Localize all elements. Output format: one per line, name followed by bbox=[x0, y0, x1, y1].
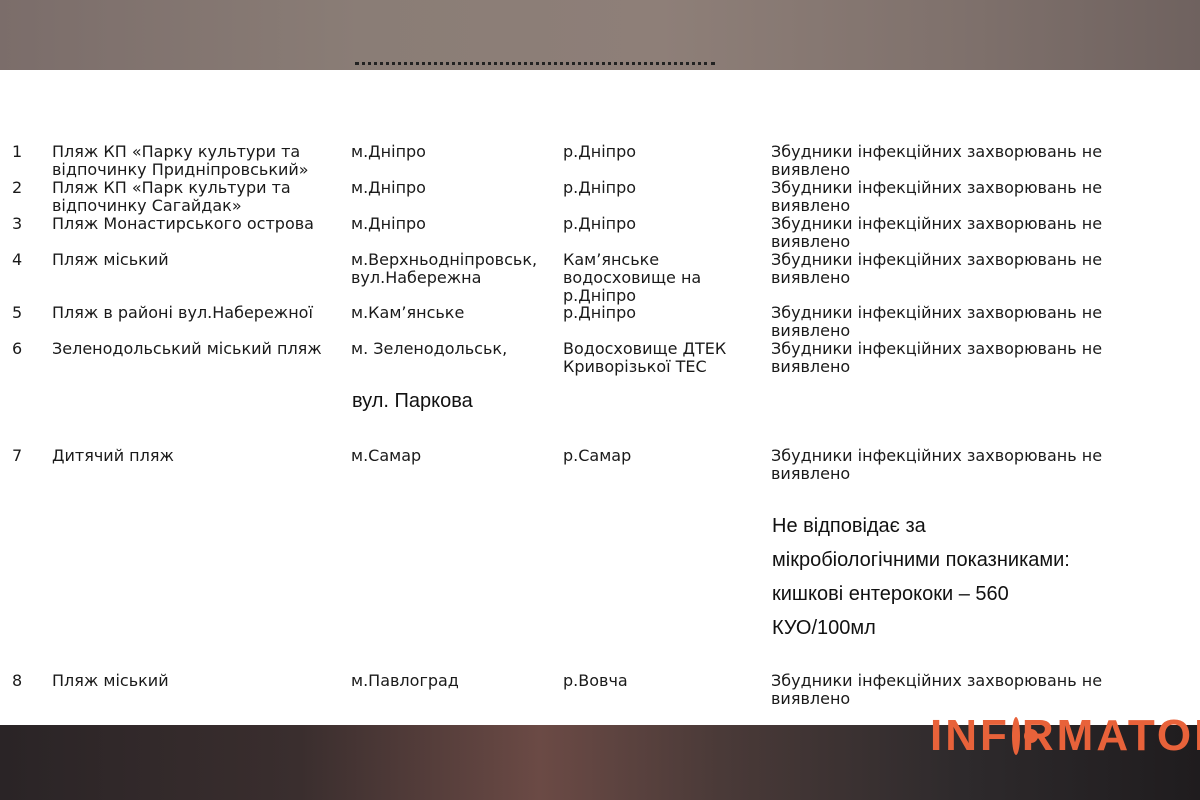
row-6-city: м. Зеленодольськ, bbox=[351, 339, 508, 358]
row-1-result: Збудники інфекційних захворювань не виявл… bbox=[771, 142, 1103, 179]
row-6-result: Збудники інфекційних захворювань не виявл… bbox=[771, 339, 1103, 376]
row-3-water-body: р.Дніпро bbox=[563, 214, 637, 233]
row-7-nonconformity-note: Не відповідає за мікробіологічними показ… bbox=[772, 515, 1070, 639]
row-5-number: 5 bbox=[12, 303, 23, 322]
row-8-result: Збудники інфекційних захворювань не виявл… bbox=[771, 671, 1103, 708]
row-5-city: м.Кам’янське bbox=[351, 303, 465, 322]
row-6-beach-name: Зеленодольський міський пляж bbox=[52, 339, 322, 358]
row-4-beach-name: Пляж міський bbox=[52, 250, 169, 269]
row-6-number: 6 bbox=[12, 339, 23, 358]
eye-icon bbox=[1011, 717, 1038, 755]
row-5-beach-name: Пляж в районі вул.Набережної bbox=[52, 303, 313, 322]
row-8-beach-name: Пляж міський bbox=[52, 671, 169, 690]
row-8-number: 8 bbox=[12, 671, 23, 690]
row-4-number: 4 bbox=[12, 250, 23, 269]
logo-text-start: INF bbox=[930, 711, 1010, 760]
row-1-city: м.Дніпро bbox=[351, 142, 426, 161]
logo-text-end: RMATOR bbox=[1021, 711, 1200, 760]
row-1-water-body: р.Дніпро bbox=[563, 142, 637, 161]
row-2-result: Збудники інфекційних захворювань не виявл… bbox=[771, 178, 1103, 215]
row-5-water-body: р.Дніпро bbox=[563, 303, 637, 322]
row-3-result: Збудники інфекційних захворювань не виявл… bbox=[771, 214, 1103, 251]
row-2-beach-name: Пляж КП «Парк культури та відпочинку Сага… bbox=[52, 178, 291, 215]
row-6-water-body: Водосховище ДТЕК Криворізької ТЕС bbox=[563, 339, 727, 376]
row-1-number: 1 bbox=[12, 142, 23, 161]
row-2-number: 2 bbox=[12, 178, 23, 197]
row-1-beach-name: Пляж КП «Парку культури та відпочинку При… bbox=[52, 142, 309, 179]
row-7-number: 7 bbox=[12, 446, 23, 465]
row-4-water-body: Кам’янське водосховище на р.Дніпро bbox=[563, 250, 702, 305]
row-6-city-street: вул. Паркова bbox=[352, 390, 473, 412]
cropped-heading-fragment bbox=[355, 56, 715, 70]
row-5-result: Збудники інфекційних захворювань не виявл… bbox=[771, 303, 1103, 340]
row-3-beach-name: Пляж Монастирського острова bbox=[52, 214, 314, 233]
row-7-result: Збудники інфекційних захворювань не виявл… bbox=[771, 446, 1103, 483]
row-7-water-body: р.Самар bbox=[563, 446, 632, 465]
row-4-result: Збудники інфекційних захворювань не виявл… bbox=[771, 250, 1103, 287]
row-2-city: м.Дніпро bbox=[351, 178, 426, 197]
row-7-city: м.Самар bbox=[351, 446, 422, 465]
row-8-city: м.Павлоград bbox=[351, 671, 459, 690]
row-3-number: 3 bbox=[12, 214, 23, 233]
row-4-city: м.Верхньодніпровськ, вул.Набережна bbox=[351, 250, 538, 287]
informator-logo: INF RMATOR bbox=[930, 710, 1200, 762]
row-3-city: м.Дніпро bbox=[351, 214, 426, 233]
row-8-water-body: р.Вовча bbox=[563, 671, 628, 690]
row-7-beach-name: Дитячий пляж bbox=[52, 446, 174, 465]
row-2-water-body: р.Дніпро bbox=[563, 178, 637, 197]
